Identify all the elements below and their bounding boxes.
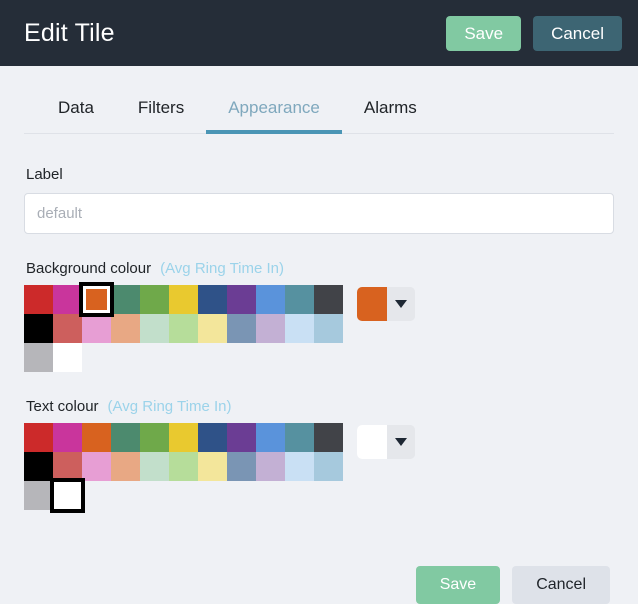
colour-swatch[interactable] <box>227 452 256 481</box>
colour-swatch[interactable] <box>169 285 198 314</box>
text-colour-picker <box>24 423 614 510</box>
colour-swatch[interactable] <box>111 452 140 481</box>
text-current-swatch <box>357 425 387 459</box>
colour-swatch[interactable] <box>82 423 111 452</box>
page-title: Edit Tile <box>24 19 446 48</box>
colour-swatch[interactable] <box>53 481 82 510</box>
background-colour-heading: Background colour (Avg Ring Time In) <box>26 260 614 277</box>
header-save-button[interactable]: Save <box>446 16 521 51</box>
colour-swatch[interactable] <box>314 452 343 481</box>
colour-swatch[interactable] <box>82 314 111 343</box>
colour-swatch[interactable] <box>140 314 169 343</box>
text-colour-title: Text colour <box>26 398 99 415</box>
colour-swatch[interactable] <box>227 314 256 343</box>
footer-cancel-button[interactable]: Cancel <box>512 566 610 604</box>
colour-swatch[interactable] <box>82 452 111 481</box>
tab-data[interactable]: Data <box>36 88 116 134</box>
colour-swatch[interactable] <box>227 423 256 452</box>
background-colour-picker <box>24 285 614 372</box>
colour-swatch[interactable] <box>198 452 227 481</box>
background-colour-dropdown[interactable] <box>357 287 415 321</box>
colour-swatch[interactable] <box>256 285 285 314</box>
tab-appearance[interactable]: Appearance <box>206 88 342 134</box>
colour-swatch[interactable] <box>53 452 82 481</box>
chevron-down-icon <box>395 300 407 308</box>
background-current-swatch <box>357 287 387 321</box>
chevron-down-icon <box>395 438 407 446</box>
colour-swatch[interactable] <box>111 423 140 452</box>
colour-swatch[interactable] <box>314 285 343 314</box>
background-swatch-grid[interactable] <box>24 285 343 372</box>
colour-swatch[interactable] <box>82 285 111 314</box>
colour-swatch[interactable] <box>140 423 169 452</box>
colour-swatch[interactable] <box>24 314 53 343</box>
colour-swatch[interactable] <box>53 423 82 452</box>
colour-swatch[interactable] <box>285 452 314 481</box>
text-swatch-grid[interactable] <box>24 423 343 510</box>
colour-swatch[interactable] <box>111 314 140 343</box>
label-input[interactable] <box>24 193 614 234</box>
colour-swatch[interactable] <box>53 314 82 343</box>
dialog-content: Data Filters Appearance Alarms Label Bac… <box>0 88 638 604</box>
background-colour-title: Background colour <box>26 260 151 277</box>
colour-swatch[interactable] <box>256 314 285 343</box>
colour-swatch[interactable] <box>256 423 285 452</box>
header-cancel-button[interactable]: Cancel <box>533 16 622 51</box>
colour-swatch[interactable] <box>169 452 198 481</box>
tab-alarms[interactable]: Alarms <box>342 88 439 134</box>
colour-swatch[interactable] <box>24 452 53 481</box>
colour-swatch[interactable] <box>53 285 82 314</box>
text-colour-source: (Avg Ring Time In) <box>108 398 232 415</box>
colour-swatch[interactable] <box>314 423 343 452</box>
colour-swatch[interactable] <box>285 423 314 452</box>
colour-swatch[interactable] <box>198 314 227 343</box>
dialog-titlebar: Edit Tile Save Cancel <box>0 0 638 66</box>
colour-swatch[interactable] <box>169 314 198 343</box>
colour-swatch[interactable] <box>53 343 82 372</box>
titlebar-actions: Save Cancel <box>446 16 622 51</box>
text-colour-heading: Text colour (Avg Ring Time In) <box>26 398 614 415</box>
colour-swatch[interactable] <box>24 481 53 510</box>
edit-tile-dialog: Edit Tile Save Cancel Data Filters Appea… <box>0 0 638 591</box>
colour-swatch[interactable] <box>169 423 198 452</box>
colour-swatch[interactable] <box>24 343 53 372</box>
tab-bar: Data Filters Appearance Alarms <box>24 88 614 134</box>
colour-swatch[interactable] <box>24 285 53 314</box>
colour-swatch[interactable] <box>314 314 343 343</box>
dialog-footer: Save Cancel <box>24 566 614 604</box>
colour-swatch[interactable] <box>140 452 169 481</box>
text-dropdown-caret[interactable] <box>387 425 415 459</box>
colour-swatch[interactable] <box>256 452 285 481</box>
colour-swatch[interactable] <box>285 285 314 314</box>
label-field-label: Label <box>26 166 614 183</box>
footer-save-button[interactable]: Save <box>416 566 500 604</box>
colour-swatch[interactable] <box>198 423 227 452</box>
text-colour-dropdown[interactable] <box>357 425 415 459</box>
background-dropdown-caret[interactable] <box>387 287 415 321</box>
background-colour-source: (Avg Ring Time In) <box>160 260 284 277</box>
colour-swatch[interactable] <box>24 423 53 452</box>
colour-swatch[interactable] <box>285 314 314 343</box>
colour-swatch[interactable] <box>140 285 169 314</box>
tab-filters[interactable]: Filters <box>116 88 206 134</box>
colour-swatch[interactable] <box>111 285 140 314</box>
colour-swatch[interactable] <box>227 285 256 314</box>
colour-swatch[interactable] <box>198 285 227 314</box>
